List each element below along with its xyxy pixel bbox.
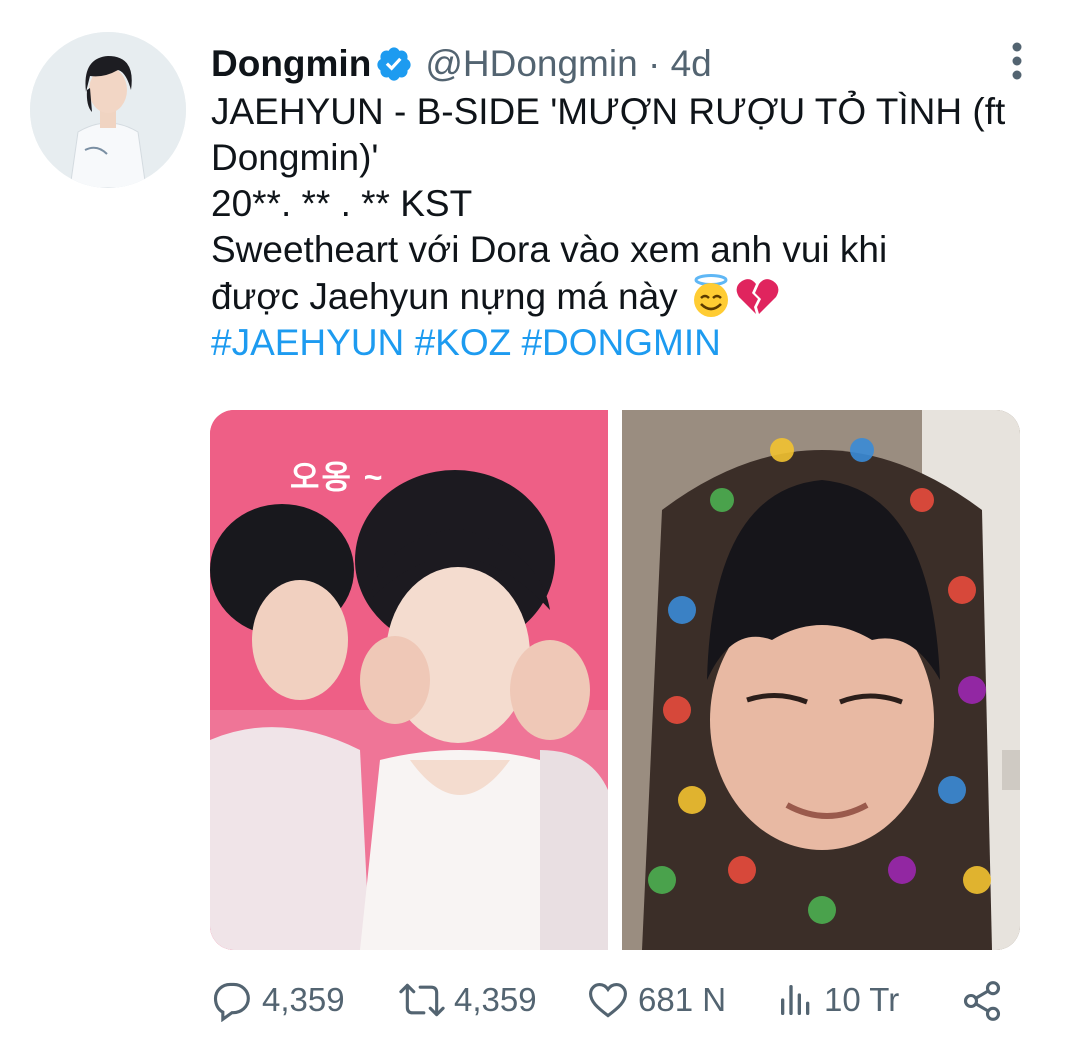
tweet-time[interactable]: 4d bbox=[671, 43, 712, 85]
tweet-line: JAEHYUN - B-SIDE 'MƯỢN RƯỢU TỎ TÌNH (ft bbox=[211, 91, 1006, 132]
tweet-line: 20**. ** . ** KST bbox=[211, 183, 473, 224]
retweet-count: 4,359 bbox=[454, 981, 537, 1018]
reply-button[interactable]: 4,359 bbox=[210, 975, 345, 1025]
tweet-actions: 4,359 4,359 681 N 10 Tr bbox=[210, 975, 1030, 1025]
tweet-line: Dongmin)' bbox=[211, 137, 379, 178]
author-handle[interactable]: @HDongmin bbox=[425, 43, 637, 85]
media-photo-1[interactable]: 오옹 ~ bbox=[210, 410, 608, 950]
tweet-header: Dongmin @HDongmin · 4d bbox=[211, 38, 712, 90]
separator-dot: · bbox=[637, 43, 671, 84]
hashtags: #JAEHYUN #KOZ #DONGMIN bbox=[211, 320, 1051, 366]
hashtag-jaehyun[interactable]: #JAEHYUN bbox=[211, 322, 404, 363]
reply-icon bbox=[213, 982, 250, 1022]
author-avatar[interactable] bbox=[30, 32, 186, 188]
views-button[interactable]: 10 Tr bbox=[776, 975, 899, 1025]
verified-badge-icon bbox=[377, 47, 411, 81]
tweet-line-text: được Jaehyun nựng má này bbox=[211, 276, 678, 317]
retweet-button[interactable]: 4,359 bbox=[398, 975, 537, 1025]
broken-heart-icon bbox=[736, 279, 779, 314]
more-options-icon[interactable] bbox=[1003, 40, 1031, 82]
analytics-icon bbox=[781, 985, 810, 1015]
tweet-line: Sweetheart với Dora vào xem anh vui khi bbox=[211, 229, 888, 270]
tweet-text: JAEHYUN - B-SIDE 'MƯỢN RƯỢU TỎ TÌNH (ft … bbox=[211, 89, 1051, 366]
reply-count: 4,359 bbox=[262, 981, 345, 1018]
tweet-media: 오옹 ~ bbox=[210, 410, 1020, 950]
heart-icon bbox=[589, 983, 627, 1018]
tweet-line-with-emoji: được Jaehyun nựng má này bbox=[211, 273, 1051, 320]
views-count: 10 Tr bbox=[824, 981, 900, 1018]
hashtag-koz[interactable]: #KOZ bbox=[415, 322, 512, 363]
author-name[interactable]: Dongmin bbox=[211, 43, 371, 85]
smiling-face-with-halo-icon bbox=[693, 274, 728, 317]
media-photo-2[interactable] bbox=[622, 410, 1020, 950]
like-button[interactable]: 681 N bbox=[586, 975, 726, 1025]
retweet-icon bbox=[399, 983, 445, 1017]
hashtag-dongmin[interactable]: #DONGMIN bbox=[521, 322, 720, 363]
like-count: 681 N bbox=[638, 981, 727, 1018]
photo-overlay-text: 오옹 ~ bbox=[290, 459, 385, 495]
share-icon[interactable] bbox=[960, 979, 1004, 1023]
